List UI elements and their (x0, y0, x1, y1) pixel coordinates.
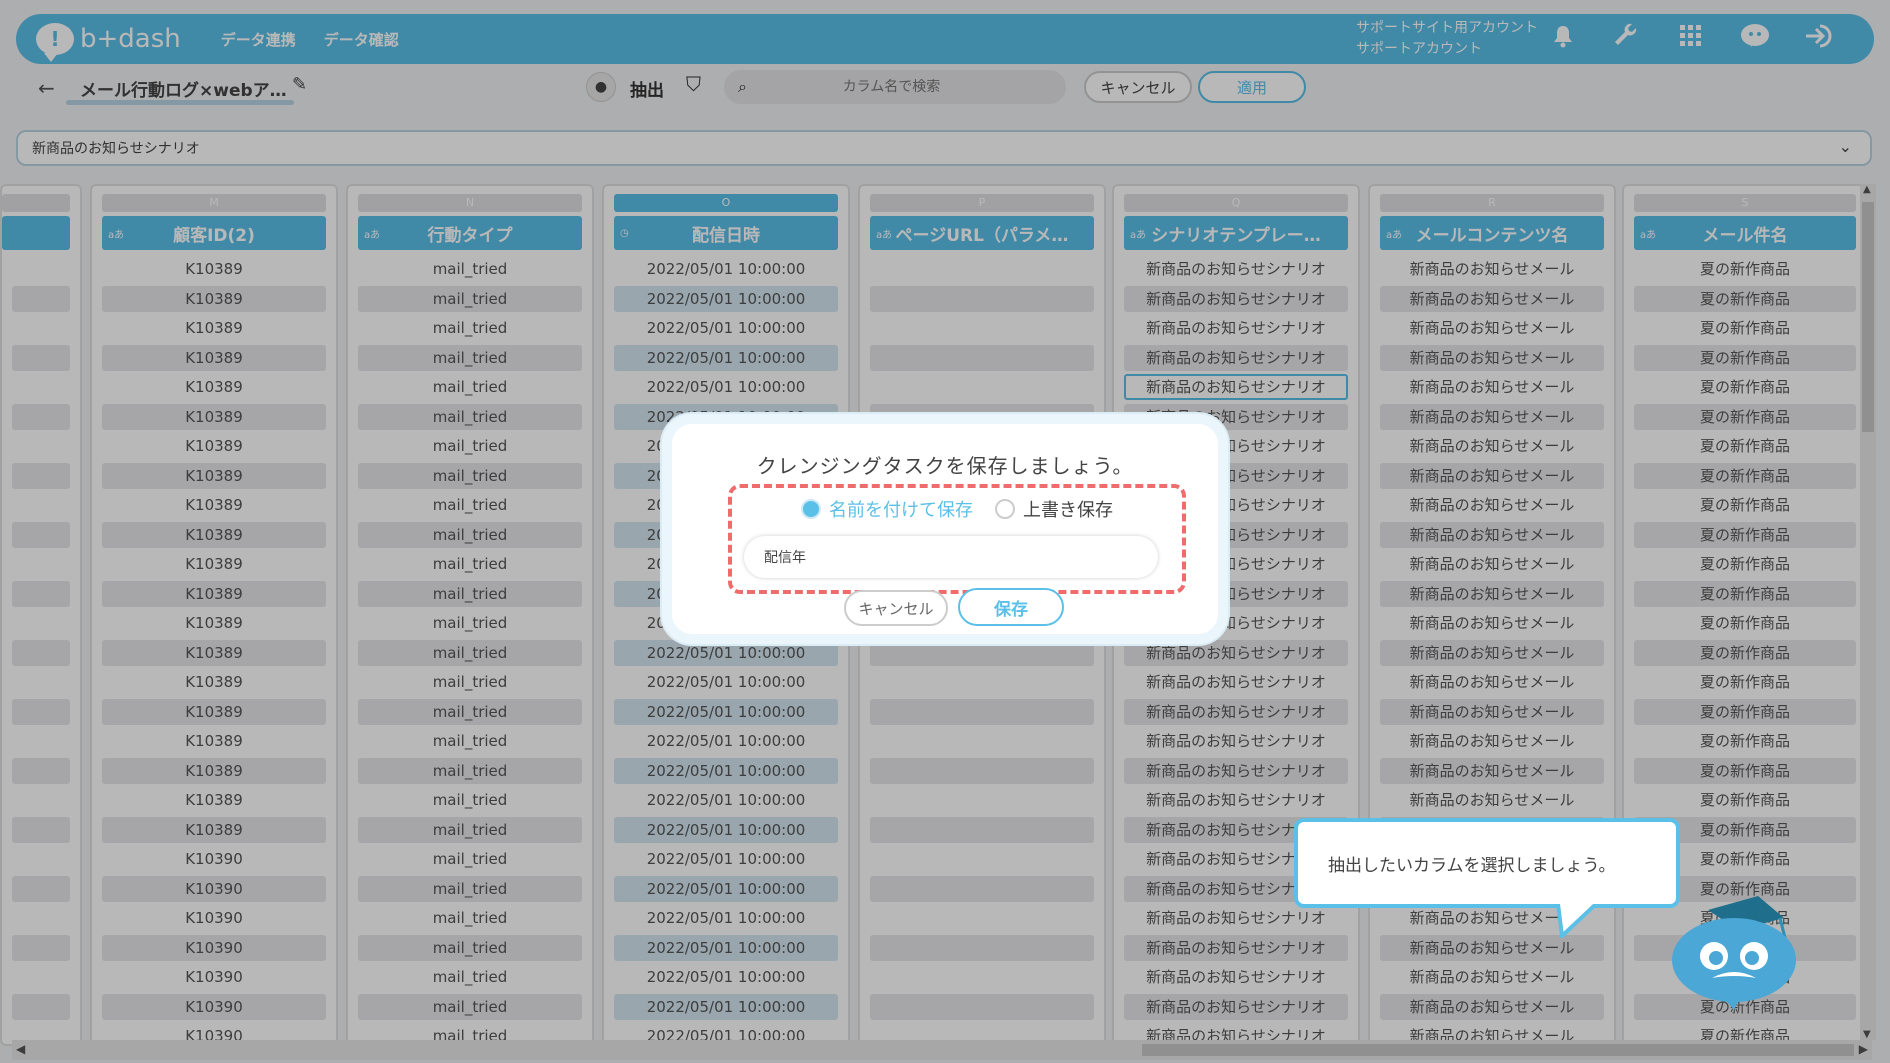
radio-save-as-label: 名前を付けて保存 (829, 500, 973, 521)
radio-overwrite[interactable]: 上書き保存 (995, 496, 1113, 522)
mascot-icon (1672, 896, 1796, 1010)
dialog-title: クレンジングタスクを保存しましょう。 (756, 454, 1134, 478)
radio-overwrite-label: 上書き保存 (1023, 500, 1113, 521)
dialog-cancel-button[interactable]: キャンセル (844, 590, 948, 626)
task-name-input[interactable] (744, 536, 1158, 578)
radio-selected-icon (801, 499, 821, 519)
guide-tooltip: 抽出したいカラムを選択しましょう。 (1294, 818, 1680, 908)
save-task-dialog: クレンジングタスクを保存しましょう。 名前を付けて保存 上書き保存 キャンセル … (662, 414, 1228, 644)
guide-tooltip-text: 抽出したいカラムを選択しましょう。 (1328, 855, 1616, 876)
dialog-save-button[interactable]: 保存 (958, 588, 1064, 626)
radio-unselected-icon (995, 499, 1015, 519)
save-mode-options: 名前を付けて保存 上書き保存 (728, 496, 1186, 522)
tooltip-tail (1556, 904, 1596, 938)
radio-save-as[interactable]: 名前を付けて保存 (801, 496, 973, 522)
